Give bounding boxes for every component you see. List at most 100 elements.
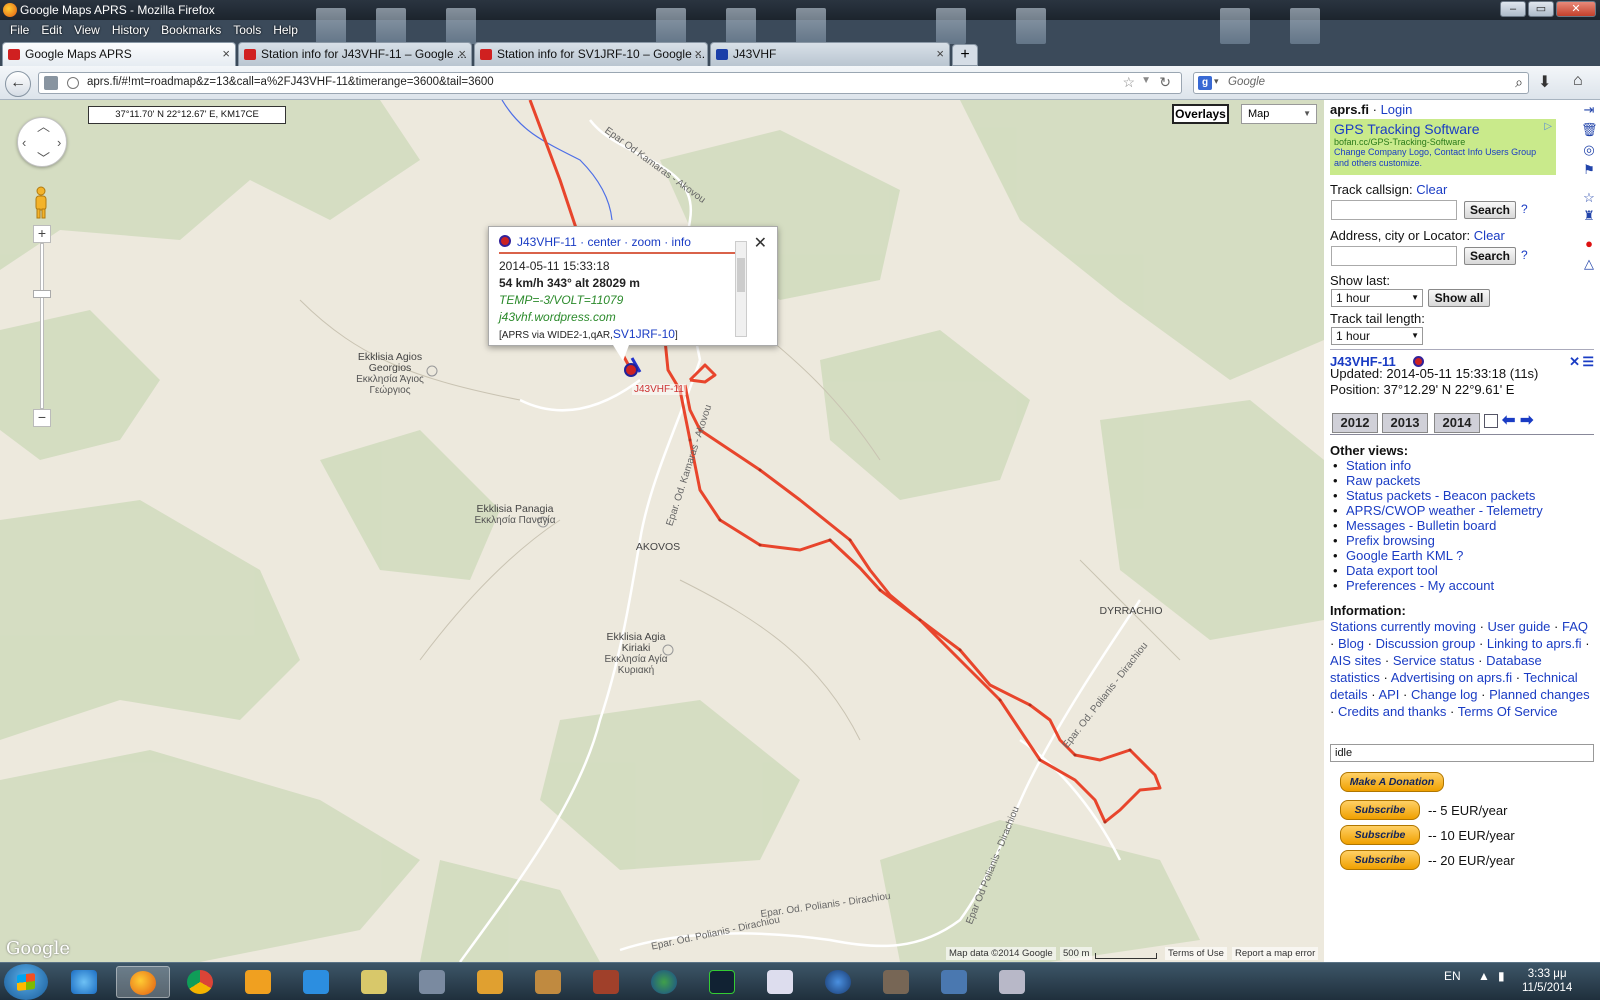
taskbar-app[interactable]: [290, 966, 344, 998]
info-link[interactable]: Blog: [1338, 636, 1364, 651]
info-scrollbar[interactable]: [735, 241, 747, 337]
tab-j43vhf[interactable]: J43VHF ×: [710, 42, 950, 66]
taskbar-app[interactable]: [348, 966, 402, 998]
tab-close-icon[interactable]: ×: [936, 46, 944, 61]
info-link[interactable]: Planned changes: [1489, 687, 1589, 702]
search-callsign-button[interactable]: Search: [1464, 201, 1516, 219]
tab-google-maps-aprs[interactable]: Google Maps APRS ×: [2, 42, 236, 66]
taskbar-app[interactable]: [638, 966, 692, 998]
list-item[interactable]: Preferences - My account: [1330, 578, 1543, 593]
zoom-slider-track[interactable]: [40, 243, 44, 409]
year-2012-button[interactable]: 2012: [1332, 413, 1378, 433]
map-area[interactable]: 37°11.70' N 22°12.67' E, KM17CE ︿ ﹀ ‹ › …: [0, 100, 1324, 962]
list-item[interactable]: Messages - Bulletin board: [1330, 518, 1543, 533]
circle-icon[interactable]: ●: [1581, 236, 1597, 252]
menu-help[interactable]: Help: [267, 20, 304, 40]
info-link[interactable]: Advertising on aprs.fi: [1391, 670, 1512, 685]
info-callsign-link[interactable]: J43VHF-11: [517, 235, 577, 249]
ad-choices-icon[interactable]: ▷: [1544, 121, 1552, 132]
taskbar-app[interactable]: [696, 966, 750, 998]
station-map-label[interactable]: J43VHF-11: [632, 384, 686, 395]
info-link[interactable]: Service status: [1393, 653, 1475, 668]
taskbar-ie[interactable]: [58, 966, 112, 998]
close-icon[interactable]: ✕: [754, 233, 767, 253]
info-link[interactable]: info: [672, 235, 691, 249]
zoom-out-button[interactable]: −: [33, 409, 51, 427]
info-link[interactable]: API: [1378, 687, 1399, 702]
taskbar-app[interactable]: [580, 966, 634, 998]
show-last-select[interactable]: 1 hour ▼: [1331, 289, 1423, 307]
download-icon[interactable]: ⬇: [1538, 72, 1551, 92]
calendar-icon[interactable]: [1484, 414, 1498, 428]
taskbar-app[interactable]: [986, 966, 1040, 998]
taskbar-app[interactable]: [870, 966, 924, 998]
tower-icon[interactable]: ♜: [1581, 208, 1597, 224]
pan-left-icon[interactable]: ‹: [22, 136, 26, 149]
new-tab-button[interactable]: +: [952, 44, 978, 66]
taskbar-app[interactable]: [406, 966, 460, 998]
info-link[interactable]: FAQ: [1562, 619, 1588, 634]
terms-of-use-link[interactable]: Terms of Use: [1165, 947, 1227, 960]
language-indicator[interactable]: EN: [1444, 969, 1461, 983]
info-link[interactable]: Linking to aprs.fi: [1487, 636, 1582, 651]
callsign-input[interactable]: [1331, 200, 1457, 220]
arrow-left-icon[interactable]: ⬅: [1502, 410, 1515, 430]
taskbar-app[interactable]: [464, 966, 518, 998]
tail-length-select[interactable]: 1 hour ▼: [1331, 327, 1423, 345]
center-link[interactable]: center: [587, 235, 620, 249]
make-donation-button[interactable]: Make A Donation: [1340, 772, 1444, 792]
callsign-help-link[interactable]: ?: [1521, 202, 1528, 216]
info-link[interactable]: Credits and thanks: [1338, 704, 1446, 719]
taskbar-chrome[interactable]: [174, 966, 228, 998]
show-all-button[interactable]: Show all: [1428, 289, 1490, 307]
home-icon[interactable]: ⌂: [1573, 72, 1583, 90]
zoom-link[interactable]: zoom: [632, 235, 661, 249]
pan-control[interactable]: ︿ ﹀ ‹ ›: [17, 117, 67, 167]
start-button[interactable]: [4, 964, 48, 1000]
system-clock[interactable]: 3:33 μμ 11/5/2014: [1522, 967, 1572, 995]
overlays-button[interactable]: Overlays: [1172, 104, 1229, 124]
taskbar-app[interactable]: [522, 966, 576, 998]
search-input[interactable]: g ▾ Google ⌕: [1193, 72, 1529, 94]
zoom-in-button[interactable]: +: [33, 225, 51, 243]
url-bar[interactable]: aprs.fi/#!mt=roadmap&z=13&call=a%2FJ43VH…: [38, 72, 1182, 94]
network-icon[interactable]: ▮: [1498, 969, 1505, 983]
taskbar-firefox[interactable]: [116, 966, 170, 998]
ad-box[interactable]: GPS Tracking Software bofan.cc/GPS-Track…: [1330, 119, 1556, 175]
star-icon[interactable]: ☆: [1581, 190, 1597, 206]
list-item[interactable]: Station info: [1330, 458, 1543, 473]
clear-address-link[interactable]: Clear: [1474, 228, 1505, 243]
google-search-engine-icon[interactable]: g: [1198, 76, 1212, 90]
info-link[interactable]: Change log: [1411, 687, 1478, 702]
url-dropdown-icon[interactable]: ▼: [1141, 75, 1151, 86]
arrow-right-icon[interactable]: ➡: [1520, 410, 1533, 430]
tab-station-info-j43vhf[interactable]: Station info for J43VHF-11 – Google ... …: [238, 42, 472, 66]
tray-expand-icon[interactable]: ▲: [1478, 969, 1490, 983]
menu-view[interactable]: View: [68, 20, 106, 40]
pan-up-icon[interactable]: ︿: [37, 120, 50, 133]
search-address-button[interactable]: Search: [1464, 247, 1516, 265]
clear-callsign-link[interactable]: Clear: [1416, 182, 1447, 197]
back-button[interactable]: ←: [5, 71, 31, 97]
menu-edit[interactable]: Edit: [35, 20, 68, 40]
reload-icon[interactable]: ↻: [1159, 74, 1171, 91]
menu-tools[interactable]: Tools: [227, 20, 267, 40]
subscribe-button[interactable]: Subscribe: [1340, 850, 1420, 870]
subscribe-button[interactable]: Subscribe: [1340, 825, 1420, 845]
list-item[interactable]: Status packets - Beacon packets: [1330, 488, 1543, 503]
info-link[interactable]: User guide: [1488, 619, 1551, 634]
zoom-slider-handle[interactable]: [33, 290, 51, 298]
taskbar-app[interactable]: [928, 966, 982, 998]
street-view-pegman-icon[interactable]: [32, 186, 50, 220]
bookmark-star-icon[interactable]: ☆: [1122, 74, 1135, 91]
menu-bookmarks[interactable]: Bookmarks: [155, 20, 227, 40]
search-icon[interactable]: ⌕: [1515, 74, 1523, 91]
subscribe-button[interactable]: Subscribe: [1340, 800, 1420, 820]
list-item[interactable]: Prefix browsing: [1330, 533, 1543, 548]
list-item[interactable]: APRS/CWOP weather - Telemetry: [1330, 503, 1543, 518]
triangle-icon[interactable]: △: [1581, 256, 1597, 272]
list-item[interactable]: Raw packets: [1330, 473, 1543, 488]
station-marker[interactable]: [624, 363, 638, 377]
map-type-select[interactable]: Map ▼: [1241, 104, 1317, 124]
info-link[interactable]: Stations currently moving: [1330, 619, 1476, 634]
